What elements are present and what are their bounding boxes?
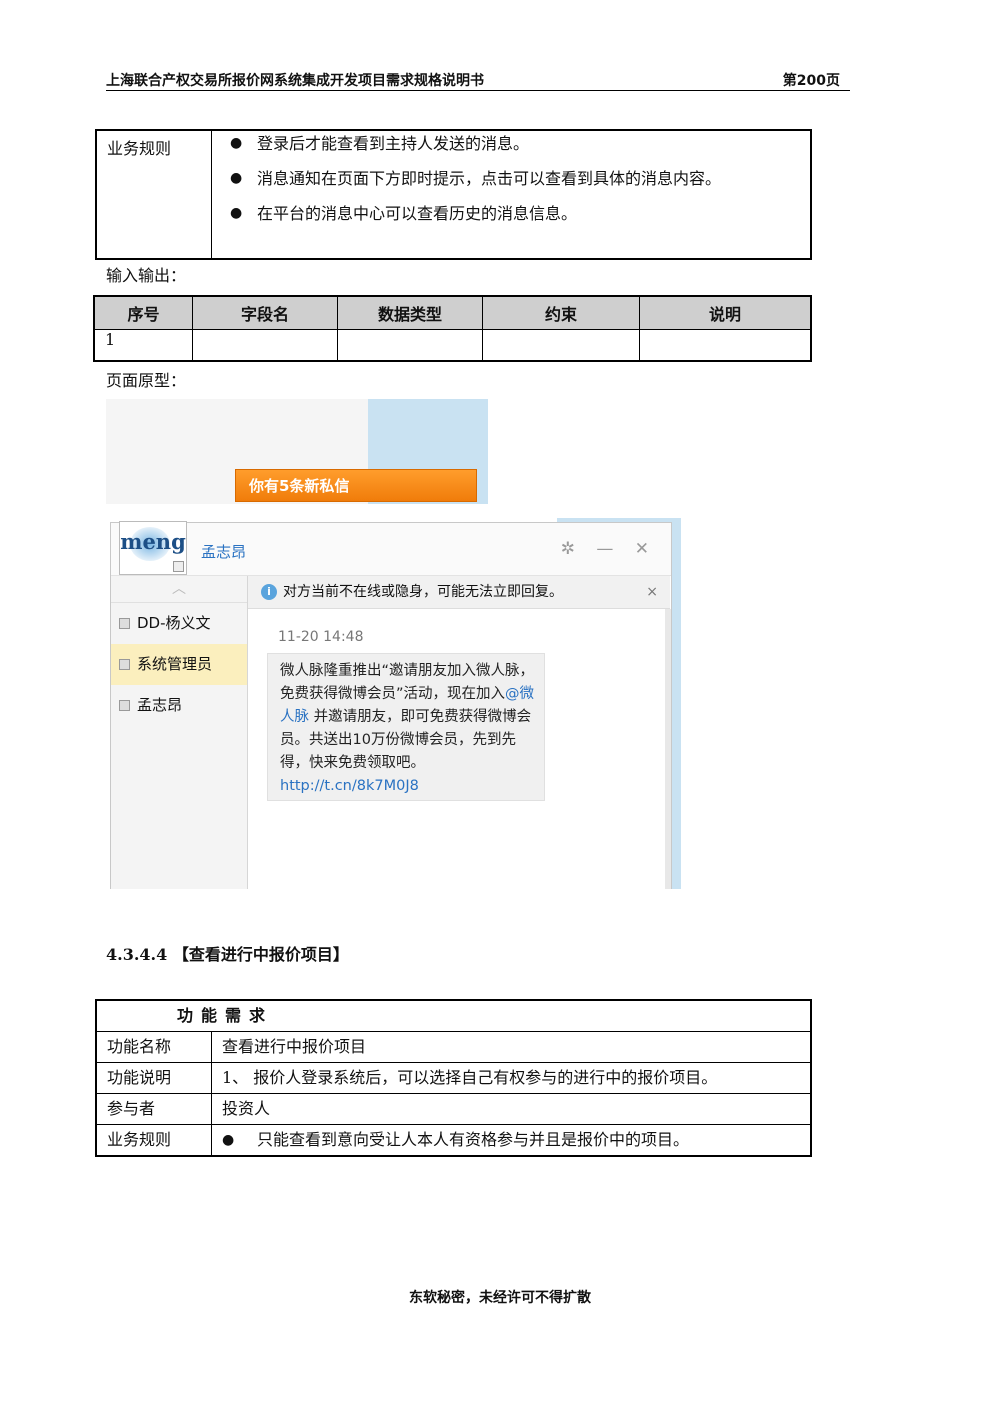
functional-requirements-table: 功能需求 功能名称 查看进行中报价项目 功能说明 1、 报价人登录系统后，可以选…: [95, 999, 812, 1157]
col-header: 约束: [482, 295, 640, 330]
table-cell: 1: [93, 329, 193, 362]
message-text: 并邀请朋友，即可免费获得微博会员。共送出10万份微博会员，先到先得，快来免费领取…: [280, 709, 532, 771]
col-header: 数据类型: [337, 295, 483, 330]
window-controls[interactable]: ✲ — ✕: [561, 539, 657, 559]
table-row: 参与者 投资人: [95, 1093, 812, 1125]
row-key: 参与者: [95, 1093, 212, 1125]
notice-text: 对方当前不在线或隐身，可能无法立即回复。: [283, 584, 563, 600]
row-value: 1、 报价人登录系统后，可以选择自己有权参与的进行中的报价项目。: [211, 1062, 812, 1094]
logo-text: meng: [120, 529, 186, 554]
chat-title-bar: meng 孟志昂 ✲ — ✕: [111, 521, 671, 576]
checkbox-icon: [119, 618, 130, 629]
business-rules-table: 业务规则 登录后才能查看到主持人发送的消息。 消息通知在页面下方即时提示，点击可…: [95, 129, 812, 260]
contact-item[interactable]: DD-杨义文: [111, 603, 247, 644]
info-icon: i: [261, 584, 277, 600]
chat-user-name[interactable]: 孟志昂: [201, 541, 246, 562]
prototype-label: 页面原型：: [106, 371, 187, 390]
table-cell: [482, 329, 640, 362]
table-cell: [639, 329, 812, 362]
row-key: 功能说明: [95, 1062, 212, 1094]
io-label: 输入输出：: [106, 266, 187, 285]
contact-name: 孟志昂: [137, 696, 183, 714]
chat-window: meng 孟志昂 ✲ — ✕ ︿ DD-杨义文 系统管理员 孟志昂 i 对方当前不…: [110, 521, 672, 889]
rules-key: 业务规则: [95, 129, 212, 260]
new-message-toast[interactable]: 你有5条新私信: [235, 469, 477, 502]
rules-cell: 登录后才能查看到主持人发送的消息。 消息通知在页面下方即时提示，点击可以查看到具…: [211, 129, 812, 260]
chat-prototype: meng 孟志昂 ✲ — ✕ ︿ DD-杨义文 系统管理员 孟志昂 i 对方当前不…: [106, 518, 681, 889]
status-indicator: [173, 561, 184, 572]
row-key: 业务规则: [95, 1124, 212, 1157]
col-header: 序号: [93, 295, 193, 330]
close-icon[interactable]: ×: [646, 576, 658, 608]
notification-prototype: 你有5条新私信: [106, 399, 488, 504]
table-cell: [192, 329, 338, 362]
col-header: 字段名: [192, 295, 338, 330]
table-row: 功能名称 查看进行中报价项目: [95, 1031, 812, 1063]
contact-item[interactable]: 系统管理员: [111, 644, 247, 685]
message-bubble: 微人脉隆重推出“邀请朋友加入微人脉，免费获得微博会员”活动，现在加入@微人脉 并…: [267, 653, 545, 801]
checkbox-icon: [119, 659, 130, 670]
row-value: 只能查看到意向受让人本人有资格参与并且是报价中的项目。: [211, 1124, 812, 1157]
table-cell: [337, 329, 483, 362]
contact-item[interactable]: 孟志昂: [111, 685, 247, 726]
avatar: meng: [119, 521, 187, 575]
rule-item: 登录后才能查看到主持人发送的消息。: [222, 131, 810, 166]
scrollbar[interactable]: [665, 609, 671, 889]
rule-item: 只能查看到意向受让人本人有资格参与并且是报价中的项目。: [222, 1125, 810, 1155]
document-title: 上海联合产权交易所报价网系统集成开发项目需求规格说明书: [106, 73, 484, 89]
chevron-up-icon[interactable]: ︿: [111, 576, 247, 603]
confidential-footer: 东软秘密，未经许可不得扩散: [409, 1290, 591, 1306]
col-header: 说明: [639, 295, 812, 330]
rule-item: 消息通知在页面下方即时提示，点击可以查看到具体的消息内容。: [222, 166, 810, 201]
row-value: 查看进行中报价项目: [211, 1031, 812, 1063]
contact-name: 系统管理员: [137, 655, 213, 673]
url-link[interactable]: http://t.cn/8k7M0J8: [280, 778, 419, 794]
table-row: 1: [93, 329, 812, 362]
page-header: 上海联合产权交易所报价网系统集成开发项目需求规格说明书 第200页: [106, 70, 850, 91]
section-title: 4.3.4.4 【查看进行中报价项目】: [106, 945, 349, 964]
offline-notice: i 对方当前不在线或隐身，可能无法立即回复。 ×: [248, 576, 670, 609]
table-heading: 功能需求: [95, 999, 812, 1032]
contact-name: DD-杨义文: [137, 614, 211, 632]
contact-list: ︿ DD-杨义文 系统管理员 孟志昂: [111, 576, 248, 889]
message-timestamp: 11-20 14:48: [278, 629, 364, 645]
row-value: 投资人: [211, 1093, 812, 1125]
message-text: 微人脉隆重推出“邀请朋友加入微人脉，免费获得微博会员”活动，现在加入: [280, 663, 535, 702]
rule-item: 在平台的消息中心可以查看历史的消息信息。: [222, 201, 810, 236]
io-table: 序号 字段名 数据类型 约束 说明 1: [93, 295, 812, 362]
row-key: 功能名称: [95, 1031, 212, 1063]
table-row: 业务规则 只能查看到意向受让人本人有资格参与并且是报价中的项目。: [95, 1124, 812, 1157]
table-row: 功能说明 1、 报价人登录系统后，可以选择自己有权参与的进行中的报价项目。: [95, 1062, 812, 1094]
checkbox-icon: [119, 700, 130, 711]
page-number: 第200页: [782, 73, 840, 89]
